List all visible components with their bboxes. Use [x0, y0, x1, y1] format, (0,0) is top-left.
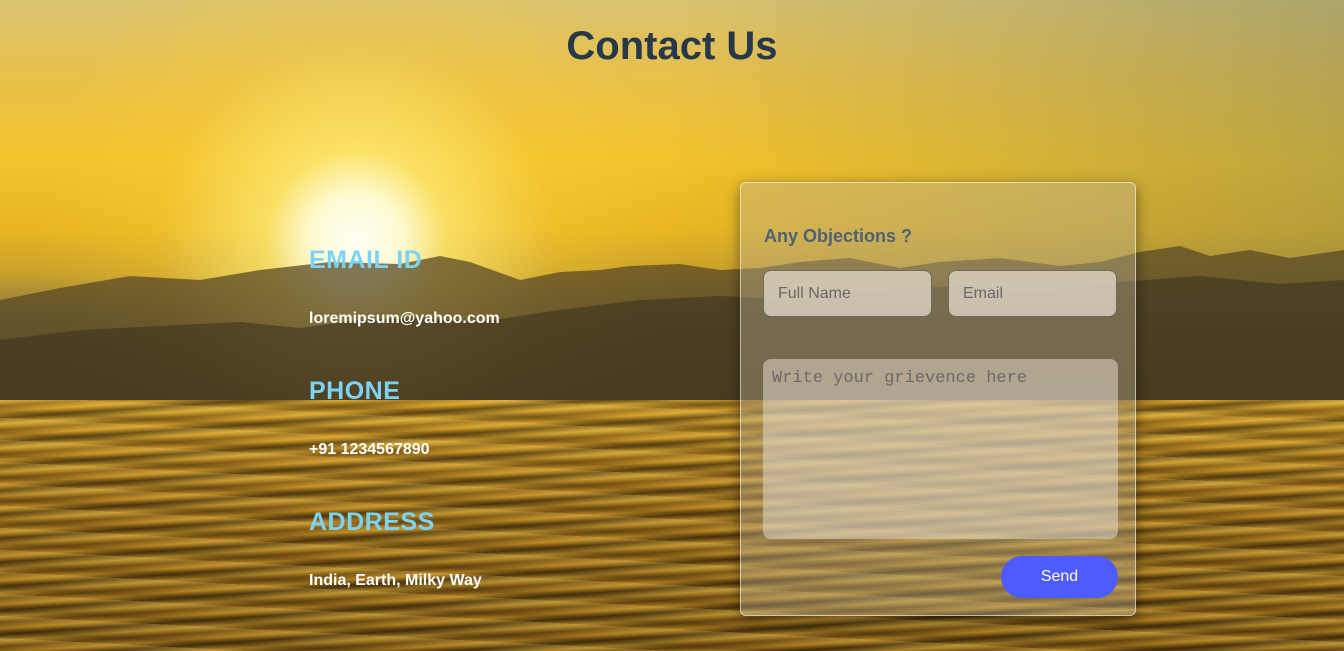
address-heading: ADDRESS — [309, 508, 435, 536]
form-title: Any Objections ? — [764, 226, 913, 246]
address-value: India, Earth, Milky Way — [309, 572, 482, 589]
phone-value: +91 1234567890 — [309, 441, 430, 458]
grievance-textarea[interactable] — [763, 359, 1118, 539]
contact-form: Any Objections ? Send — [740, 182, 1136, 616]
email-input[interactable] — [948, 270, 1117, 317]
email-value: loremipsum@yahoo.com — [309, 310, 500, 327]
phone-heading: PHONE — [309, 377, 401, 405]
page-title: Contact Us — [566, 24, 778, 68]
cloud-sea — [0, 400, 1344, 651]
full-name-input[interactable] — [763, 270, 932, 317]
contact-page: Contact Us EMAIL ID loremipsum@yahoo.com… — [0, 0, 1344, 651]
email-heading: EMAIL ID — [309, 246, 423, 274]
send-button[interactable]: Send — [1001, 556, 1118, 598]
